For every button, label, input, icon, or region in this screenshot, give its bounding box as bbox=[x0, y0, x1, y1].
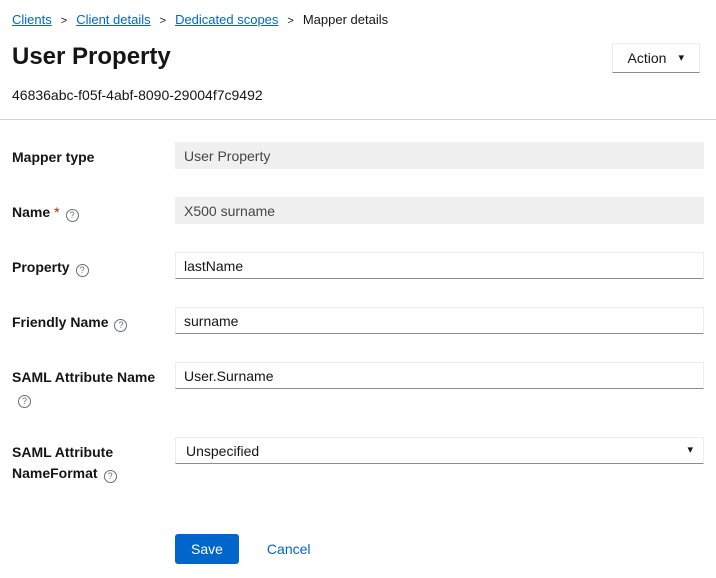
field-label: SAML Attribute Name? bbox=[12, 362, 175, 409]
field-label-text: Friendly Name bbox=[12, 314, 108, 330]
breadcrumb-current-mapper-details: Mapper details bbox=[303, 12, 388, 27]
friendly-name-input[interactable] bbox=[175, 307, 704, 334]
form-field-saml-attribute-name: SAML Attribute Name? bbox=[12, 362, 704, 409]
name-input[interactable] bbox=[175, 197, 704, 224]
select-selected-value: Unspecified bbox=[186, 443, 259, 459]
field-label-text: SAML Attribute Name bbox=[12, 369, 155, 385]
save-button[interactable]: Save bbox=[175, 534, 239, 564]
form-field-friendly-name: Friendly Name? bbox=[12, 307, 704, 334]
field-label: Property? bbox=[12, 252, 175, 278]
help-icon[interactable]: ? bbox=[76, 264, 89, 277]
breadcrumb-link-client-details[interactable]: Client details bbox=[76, 12, 150, 27]
field-label: Name*? bbox=[12, 197, 175, 223]
cancel-button[interactable]: Cancel bbox=[267, 541, 311, 557]
mapper-id: 46836abc-f05f-4abf-8090-29004f7c9492 bbox=[0, 73, 716, 103]
field-label-text: Mapper type bbox=[12, 149, 94, 165]
breadcrumb-link-dedicated-scopes[interactable]: Dedicated scopes bbox=[175, 12, 278, 27]
breadcrumb-separator-icon: > bbox=[160, 15, 166, 27]
page-header: User Property Action ▾ bbox=[0, 37, 716, 73]
caret-down-icon: ▾ bbox=[687, 445, 693, 456]
form-field-property: Property? bbox=[12, 252, 704, 279]
property-input[interactable] bbox=[175, 252, 704, 279]
field-label: Mapper type bbox=[12, 142, 175, 168]
breadcrumb-link-clients[interactable]: Clients bbox=[12, 12, 52, 27]
help-icon[interactable]: ? bbox=[114, 319, 127, 332]
action-menu-label: Action bbox=[628, 50, 667, 66]
form-field-name: Name*? bbox=[12, 197, 704, 224]
form-field-saml-attribute-nameformat: SAML Attribute NameFormat? Unspecified ▾ bbox=[12, 437, 704, 484]
help-icon[interactable]: ? bbox=[66, 209, 79, 222]
help-icon[interactable]: ? bbox=[18, 395, 31, 408]
help-icon[interactable]: ? bbox=[104, 470, 117, 483]
mapper-details-form: Mapper type Name*? Property? Friendly Na… bbox=[0, 120, 716, 578]
field-label: SAML Attribute NameFormat? bbox=[12, 437, 175, 484]
breadcrumb: Clients > Client details > Dedicated sco… bbox=[0, 0, 716, 37]
field-label-text: Name bbox=[12, 204, 50, 220]
form-actions: Save Cancel bbox=[175, 534, 704, 578]
field-label-text: SAML Attribute NameFormat bbox=[12, 444, 113, 481]
action-menu-button[interactable]: Action ▾ bbox=[612, 43, 700, 73]
breadcrumb-separator-icon: > bbox=[61, 15, 67, 27]
mapper-type-input[interactable] bbox=[175, 142, 704, 169]
breadcrumb-separator-icon: > bbox=[287, 15, 293, 27]
field-label-text: Property bbox=[12, 259, 70, 275]
page-title: User Property bbox=[12, 43, 171, 72]
caret-down-icon: ▾ bbox=[678, 53, 684, 64]
required-asterisk: * bbox=[54, 204, 59, 220]
saml-attribute-name-input[interactable] bbox=[175, 362, 704, 389]
saml-attribute-nameformat-select[interactable]: Unspecified ▾ bbox=[175, 437, 704, 464]
field-label: Friendly Name? bbox=[12, 307, 175, 333]
form-field-mapper-type: Mapper type bbox=[12, 142, 704, 169]
